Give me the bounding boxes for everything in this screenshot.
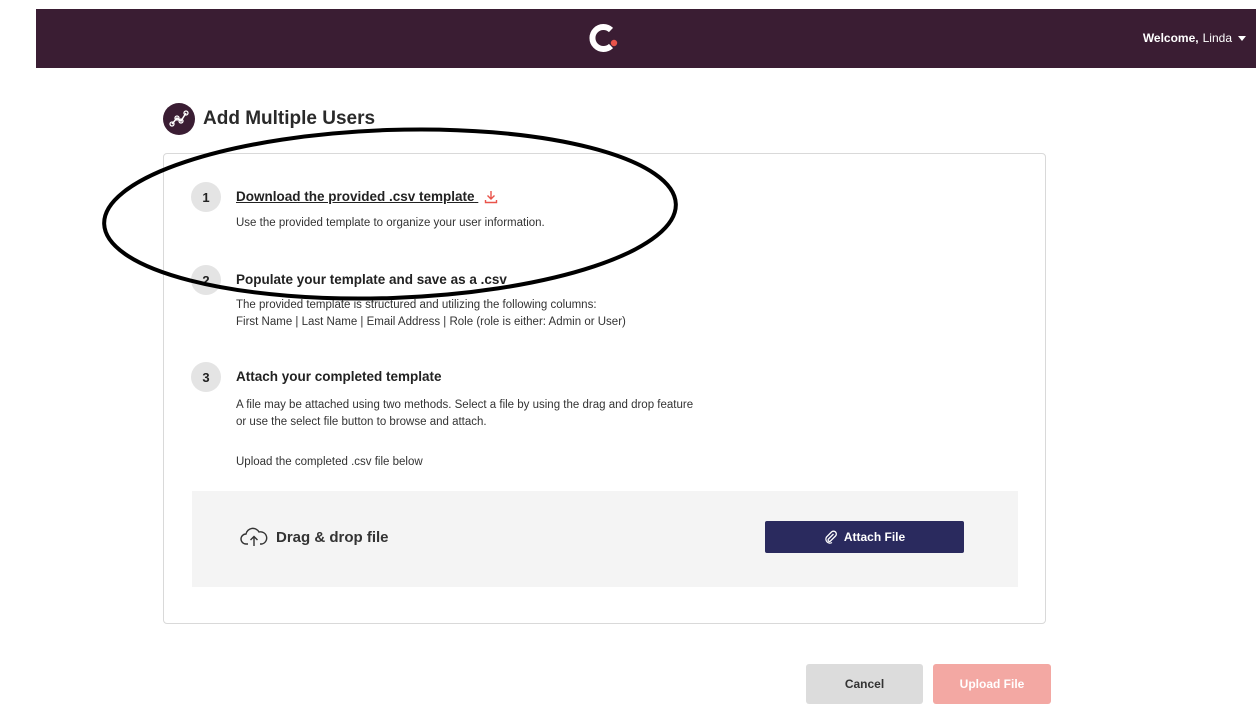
cloud-upload-icon [240,527,268,546]
step-number: 1 [191,182,221,212]
step-title: Attach your completed template [236,369,442,384]
page-header: Add Multiple Users [163,103,375,135]
dropzone-text: Drag & drop file [276,528,389,546]
welcome-prefix: Welcome, [1142,31,1199,45]
download-template-link[interactable]: Download the provided .csv template [236,189,498,204]
cancel-button[interactable]: Cancel [806,664,923,704]
file-dropzone[interactable]: Drag & drop file Attach File [192,491,1018,587]
attach-file-label: Attach File [843,530,906,544]
user-name: Linda [1202,31,1232,45]
step-description: or use the select file button to browse … [236,416,487,428]
graph-nodes-icon [163,103,195,135]
upload-file-button[interactable]: Upload File [933,664,1051,704]
step-description: The provided template is structured and … [236,299,597,311]
page-title: Add Multiple Users [203,108,376,129]
user-menu[interactable]: Welcome, Linda [1143,31,1246,45]
paperclip-icon [825,530,837,544]
attach-file-button[interactable]: Attach File [765,521,964,553]
upload-note: Upload the completed .csv file below [236,456,423,468]
download-icon [485,191,498,204]
step-description-columns: First Name | Last Name | Email Address |… [236,316,626,328]
step-number: 3 [191,362,221,392]
step-description: A file may be attached using two methods… [236,399,694,411]
brand-c-logo-icon[interactable] [587,21,621,55]
app-header: Welcome, Linda [36,9,1256,68]
step-title: Populate your template and save as a .cs… [236,272,507,287]
step-number: 2 [191,265,221,295]
window-top-strip [0,0,1256,9]
dropzone-label: Drag & drop file [240,526,389,548]
step-title: Download the provided .csv template [236,189,475,204]
caret-down-icon [1238,35,1246,41]
step-description: Use the provided template to organize yo… [236,217,545,229]
